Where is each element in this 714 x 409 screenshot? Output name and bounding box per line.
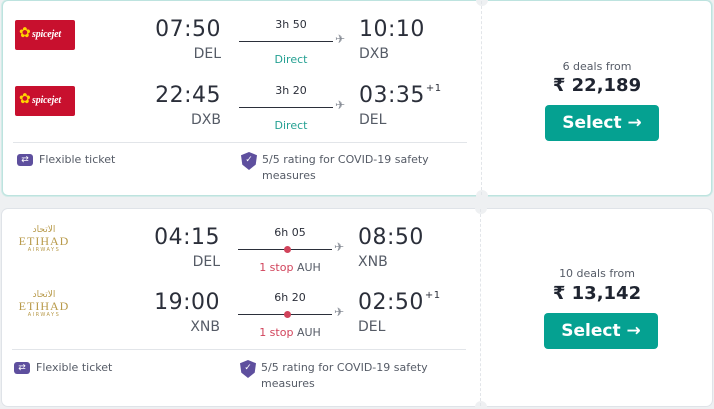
card-separator	[480, 209, 481, 406]
stops-label: Direct	[274, 53, 308, 66]
etihad-logo: الاتحاد ETIHAD AIRWAYS	[18, 290, 70, 318]
stop-dot	[284, 246, 291, 253]
departure-time: 19:00	[154, 290, 220, 315]
flight-duration: 3h 50	[275, 18, 307, 31]
price: ₹ 22,189	[552, 75, 642, 96]
spicejet-logo: ✿ spicejet	[15, 86, 75, 116]
result-card-1[interactable]: ✿ spicejet 07:50 DEL 3h 50 ✈ Direct 10:1…	[2, 0, 712, 202]
departure-time: 22:45	[155, 83, 221, 108]
select-button[interactable]: Select →	[545, 105, 659, 141]
departure-airport: XNB	[190, 319, 220, 335]
select-button[interactable]: Select →	[544, 313, 658, 349]
stops-label: 1 stop AUH	[259, 261, 321, 274]
route-line	[239, 41, 333, 42]
flight-leg-outbound: ✿ spicejet 07:50 DEL 3h 50 ✈ Direct 10:1…	[3, 13, 481, 66]
price-section: 10 deals from ₹ 13,142 Select →	[482, 209, 712, 406]
price: ₹ 13,142	[552, 283, 642, 304]
flexible-ticket-icon: ⇄	[14, 362, 30, 374]
arrival-time: 10:10	[359, 17, 425, 42]
flight-leg-return: ✿ spicejet 22:45 DXB 3h 20 ✈ Direct 03:3…	[3, 79, 481, 132]
flight-leg-outbound: الاتحاد ETIHAD AIRWAYS 04:15 DEL 6h 05 ✈…	[2, 223, 480, 274]
deals-count: 6 deals from	[562, 60, 632, 73]
result-card-2[interactable]: الاتحاد ETIHAD AIRWAYS 04:15 DEL 6h 05 ✈…	[2, 202, 712, 409]
plane-icon: ✈	[335, 32, 346, 46]
stop-dot	[284, 311, 291, 318]
covid-rating-label: 5/5 rating for COVID-19 safety measures	[262, 153, 429, 182]
plane-icon: ✈	[334, 240, 345, 254]
arrival-airport: XNB	[358, 254, 388, 270]
flight-duration: 6h 20	[274, 291, 306, 304]
divider	[12, 349, 466, 350]
price-section: 6 deals from ₹ 22,189 Select →	[483, 1, 711, 195]
divider	[13, 142, 467, 143]
etihad-logo: الاتحاد ETIHAD AIRWAYS	[18, 225, 70, 253]
itinerary-section: ✿ spicejet 07:50 DEL 3h 50 ✈ Direct 10:1…	[3, 1, 481, 195]
arrival-airport: DEL	[359, 112, 387, 128]
flexible-ticket-label: Flexible ticket	[36, 361, 113, 374]
card-separator	[481, 1, 482, 195]
arrival-airport: DEL	[358, 319, 386, 335]
plane-icon: ✈	[334, 305, 345, 319]
arrival-airport: DXB	[359, 46, 389, 62]
flexible-ticket-icon: ⇄	[17, 154, 33, 166]
deals-count: 10 deals from	[559, 267, 635, 280]
plane-icon: ✈	[335, 98, 346, 112]
arrival-time: 02:50+1	[358, 290, 441, 315]
covid-rating-label: 5/5 rating for COVID-19 safety measures	[261, 361, 428, 390]
flight-leg-return: الاتحاد ETIHAD AIRWAYS 19:00 XNB 6h 20 ✈…	[2, 287, 480, 339]
departure-airport: DEL	[193, 46, 221, 62]
spicejet-flower-icon: ✿	[19, 25, 31, 41]
spicejet-logo: ✿ spicejet	[15, 20, 75, 50]
departure-time: 07:50	[155, 17, 221, 42]
flight-duration: 3h 20	[275, 84, 307, 97]
shield-icon: ✓	[241, 152, 257, 170]
route-line	[239, 107, 333, 108]
flexible-ticket-label: Flexible ticket	[39, 153, 116, 166]
arrival-time: 08:50	[358, 225, 424, 250]
arrival-time: 03:35+1	[359, 83, 442, 108]
itinerary-section: الاتحاد ETIHAD AIRWAYS 04:15 DEL 6h 05 ✈…	[2, 209, 480, 406]
stops-label: 1 stop AUH	[259, 326, 321, 339]
stops-label: Direct	[274, 119, 308, 132]
departure-time: 04:15	[154, 225, 220, 250]
shield-icon: ✓	[240, 360, 256, 378]
spicejet-flower-icon: ✿	[19, 91, 31, 107]
flight-duration: 6h 05	[274, 226, 306, 239]
departure-airport: DXB	[191, 112, 221, 128]
departure-airport: DEL	[192, 254, 220, 270]
